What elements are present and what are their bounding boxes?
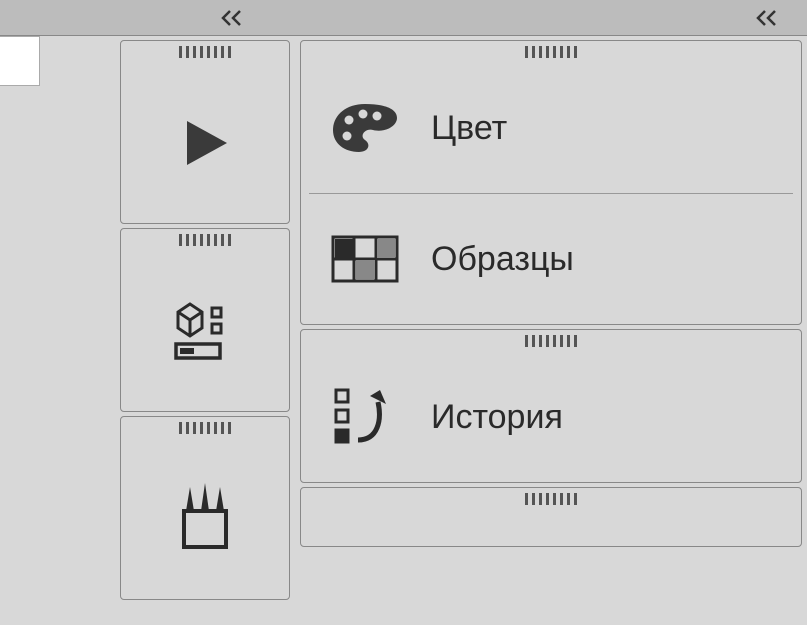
narrow-panel-3d[interactable] — [120, 228, 290, 412]
collapse-dock-button-left[interactable] — [215, 4, 251, 32]
panel-grip[interactable] — [301, 488, 801, 510]
panel-grip[interactable] — [121, 41, 289, 63]
panel-tab-history[interactable]: История — [309, 362, 793, 472]
panel-grip[interactable] — [301, 41, 801, 63]
swatches-icon — [331, 235, 399, 283]
panel-partial — [300, 487, 802, 547]
panel-tab-label: Цвет — [431, 109, 507, 148]
narrow-dock — [120, 36, 290, 600]
collapse-dock-button-right[interactable] — [750, 4, 786, 32]
wide-dock: Цвет Образцы — [300, 36, 802, 547]
narrow-panel-brushes[interactable] — [120, 416, 290, 600]
panel-tab-label: История — [431, 398, 563, 437]
panel-grip[interactable] — [301, 330, 801, 352]
3d-settings-icon[interactable] — [138, 271, 272, 391]
narrow-panel-actions[interactable] — [120, 40, 290, 224]
panel-tab-label: Образцы — [431, 240, 574, 279]
brushes-icon[interactable] — [138, 459, 272, 579]
double-chevron-left-icon — [220, 9, 246, 27]
panel-history: История — [300, 329, 802, 483]
panel-dock-topbar — [0, 0, 807, 36]
history-icon — [330, 384, 400, 450]
play-icon[interactable] — [138, 83, 272, 203]
palette-icon — [329, 100, 401, 156]
row-divider — [309, 193, 793, 194]
document-canvas-edge — [0, 36, 40, 86]
panel-grip[interactable] — [121, 417, 289, 439]
panel-tab-color[interactable]: Цвет — [309, 73, 793, 183]
panel-tab-swatches[interactable]: Образцы — [309, 204, 793, 314]
panel-grip[interactable] — [121, 229, 289, 251]
double-chevron-left-icon — [755, 9, 781, 27]
panel-color-swatches: Цвет Образцы — [300, 40, 802, 325]
